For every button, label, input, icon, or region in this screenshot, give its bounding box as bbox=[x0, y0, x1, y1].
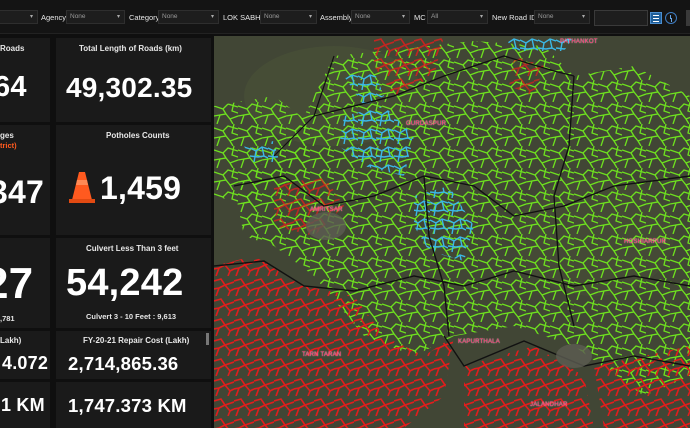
assembly-label: Assembly bbox=[320, 13, 353, 22]
potholes-value: 1,459 bbox=[100, 170, 182, 206]
mc-label: MC bbox=[414, 13, 426, 22]
left-count-value: 27 bbox=[0, 259, 34, 308]
new-road-id-select-value: None bbox=[538, 13, 554, 20]
roads-count-card: Roads 64 bbox=[0, 38, 50, 122]
lok-sabha-select-value: None bbox=[264, 13, 280, 20]
map-label-tarn-taran: TARN TARAN bbox=[302, 352, 342, 358]
filter-bar: ▾ Agency None ▾ Category None ▾ LOK SABH… bbox=[0, 0, 690, 34]
card-scrollbar[interactable] bbox=[206, 333, 209, 345]
bridges-title: ges bbox=[0, 131, 14, 140]
culvert-sub: Culvert 3 - 10 Feet : 9,613 bbox=[86, 312, 177, 321]
repair-cost-title: FY-20-21 Repair Cost (Lakh) bbox=[83, 336, 190, 345]
bridges-subtitle: trict) bbox=[0, 141, 17, 150]
cost-left-title: Lakh) bbox=[0, 336, 22, 345]
potholes-card: Potholes Counts 1,459 bbox=[56, 125, 211, 235]
map-label-pathankot: PATHANKOT bbox=[560, 39, 598, 45]
culvert-value: 54,242 bbox=[66, 262, 184, 304]
chevron-down-icon: ▾ bbox=[308, 14, 312, 20]
km-left-value: 1 KM bbox=[1, 395, 45, 415]
left-count-sub: ,781 bbox=[0, 314, 15, 323]
km-left-card: 1 KM bbox=[0, 382, 50, 428]
agency-select[interactable]: None ▾ bbox=[66, 10, 125, 24]
assembly-select[interactable]: None ▾ bbox=[351, 10, 410, 24]
map-label-kapurthala: KAPURTHALA bbox=[458, 339, 500, 345]
first-filter-select[interactable]: ▾ bbox=[0, 10, 38, 24]
category-select[interactable]: None ▾ bbox=[158, 10, 219, 24]
roads-count-title: Roads bbox=[0, 44, 25, 53]
chevron-down-icon: ▾ bbox=[479, 14, 483, 20]
cost-left-card: Lakh) 4.072 bbox=[0, 331, 50, 379]
cost-left-value: 4.072 bbox=[2, 353, 49, 373]
category-label: Category bbox=[129, 13, 160, 22]
repair-cost-card: FY-20-21 Repair Cost (Lakh) 2,714,865.36 bbox=[56, 331, 211, 379]
map-roads-layer bbox=[214, 36, 690, 428]
total-length-title: Total Length of Roads (km) bbox=[79, 44, 182, 53]
road-condition-map[interactable]: PATHANKOT GURDASPUR AMRITSAR HOSHIARPUR … bbox=[214, 36, 690, 428]
chevron-down-icon: ▾ bbox=[401, 14, 405, 20]
roads-count-value: 64 bbox=[0, 71, 27, 103]
history-icon[interactable] bbox=[665, 12, 677, 24]
map-label-amritsar: AMRITSAR bbox=[310, 207, 343, 213]
chevron-down-icon: ▾ bbox=[210, 14, 214, 20]
toolbar-edge bbox=[686, 10, 690, 26]
left-count-card: 27 ,781 bbox=[0, 238, 50, 328]
traffic-cone-icon bbox=[69, 172, 95, 203]
total-length-value: 49,302.35 bbox=[66, 72, 193, 103]
mc-select[interactable]: All ▾ bbox=[427, 10, 488, 24]
assembly-select-value: None bbox=[355, 13, 371, 20]
new-road-id-label: New Road ID bbox=[492, 13, 537, 22]
category-select-value: None bbox=[162, 13, 178, 20]
bridges-value: 347 bbox=[0, 174, 44, 210]
culvert-card: Culvert Less Than 3 feet 54,242 Culvert … bbox=[56, 238, 211, 328]
new-road-id-select[interactable]: None ▾ bbox=[534, 10, 590, 24]
repair-cost-value: 2,714,865.36 bbox=[68, 353, 179, 374]
mc-select-value: All bbox=[431, 13, 439, 20]
lok-sabha-select[interactable]: None ▾ bbox=[260, 10, 317, 24]
search-input[interactable] bbox=[594, 10, 648, 26]
total-length-card: Total Length of Roads (km) 49,302.35 bbox=[56, 38, 211, 122]
culvert-title: Culvert Less Than 3 feet bbox=[86, 244, 179, 253]
map-label-gurdaspur: GURDASPUR bbox=[406, 121, 447, 127]
map-label-hoshiarpur: HOSHIARPUR bbox=[624, 239, 667, 245]
bridges-card: ges trict) 347 bbox=[0, 125, 50, 235]
potholes-title: Potholes Counts bbox=[106, 131, 170, 140]
list-icon[interactable] bbox=[650, 12, 662, 24]
map-label-jalandhar: JALANDHAR bbox=[530, 402, 568, 408]
agency-label: Agency bbox=[41, 13, 67, 22]
agency-select-value: None bbox=[70, 13, 86, 20]
km-total-card: 1,747.373 KM bbox=[56, 382, 211, 428]
km-total-value: 1,747.373 KM bbox=[68, 395, 187, 416]
chevron-down-icon: ▾ bbox=[116, 14, 120, 20]
chevron-down-icon: ▾ bbox=[29, 14, 33, 20]
chevron-down-icon: ▾ bbox=[581, 14, 585, 20]
